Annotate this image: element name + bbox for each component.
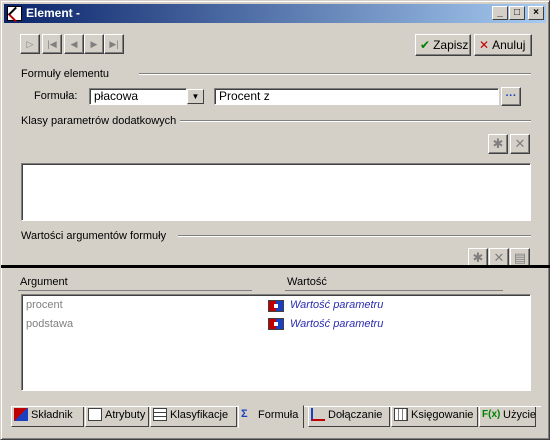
uzycie-icon: F(x) — [482, 408, 501, 420]
check-icon: ✔ — [420, 38, 431, 52]
tab-atrybuty[interactable]: Atrybuty — [85, 406, 149, 427]
maximize-button[interactable]: □ — [509, 6, 525, 20]
klasyfikacje-icon — [153, 407, 167, 421]
params-list[interactable] — [21, 163, 531, 221]
browse-button[interactable]: ··· — [501, 87, 521, 106]
ksiegowanie-icon — [394, 407, 408, 421]
cancel-button[interactable]: ✕ Anuluj — [474, 34, 532, 56]
formula-select[interactable]: płacowa — [89, 88, 187, 105]
cancel-label: Anuluj — [492, 38, 526, 52]
close-button[interactable]: × — [528, 6, 544, 20]
dolaczanie-icon — [311, 407, 325, 421]
divider — [139, 73, 531, 75]
first-record-icon[interactable]: |◀ — [42, 34, 62, 54]
divider — [178, 235, 531, 237]
app-icon — [7, 6, 22, 21]
formula-icon: Σ — [241, 407, 248, 420]
formula-label: Formuła: — [34, 90, 78, 102]
last-record-icon[interactable]: ▶| — [104, 34, 124, 54]
tab-formula[interactable]: Σ Formuła — [238, 405, 304, 428]
divider — [180, 120, 531, 122]
splitter-bar[interactable] — [1, 265, 550, 268]
delete-icon[interactable]: ✕ — [510, 134, 530, 154]
argument-cell[interactable]: podstawa — [26, 318, 73, 330]
tab-ksiegowanie[interactable]: Księgowanie — [391, 406, 478, 427]
skladnik-icon — [14, 407, 28, 421]
window-title: Element - — [26, 6, 81, 20]
tab-klasyfikacje[interactable]: Klasyfikacje — [150, 406, 237, 427]
minimize-button[interactable]: _ — [492, 6, 508, 20]
next-icon[interactable]: ▶ — [84, 34, 104, 54]
atrybuty-icon — [88, 407, 102, 421]
value-cell[interactable]: Wartość parametru — [290, 318, 383, 330]
previous-icon[interactable]: ◀ — [64, 34, 84, 54]
argument-cell[interactable]: procent — [26, 299, 63, 311]
formula-text-field[interactable]: Procent z — [214, 88, 499, 105]
parameter-icon — [268, 318, 284, 330]
parameter-icon — [268, 300, 284, 312]
element-window: Element - _ □ × ▷ |◀ ◀ ▶ ▶| ✔ Zapisz ✕ Anu… — [0, 0, 550, 440]
formula-group-heading: Formuły elementu — [21, 68, 110, 80]
tab-skladnik[interactable]: Składnik — [11, 406, 84, 427]
tab-uzycie[interactable]: F(x) Użycie — [479, 406, 536, 427]
args-group-heading: Wartości argumentów formuły — [21, 230, 167, 242]
value-cell[interactable]: Wartość parametru — [290, 299, 383, 311]
first-page-icon[interactable]: ▷ — [20, 34, 40, 54]
params-group-heading: Klasy parametrów dodatkowych — [21, 115, 177, 127]
column-header-value[interactable]: Wartość — [285, 274, 503, 291]
cancel-icon: ✕ — [479, 38, 490, 52]
tab-strip: Składnik Atrybuty Klasyfikacje Σ Formuła … — [11, 405, 541, 428]
args-list[interactable]: procent Wartość parametru podstawa Warto… — [21, 294, 531, 391]
save-button[interactable]: ✔ Zapisz — [415, 34, 471, 56]
add-icon[interactable]: ✱ — [488, 134, 508, 154]
chevron-down-icon[interactable]: ▼ — [187, 89, 204, 104]
title-bar[interactable]: Element - _ □ × — [4, 4, 546, 23]
splitter-handle-left — [1, 265, 4, 268]
tab-dolaczanie[interactable]: Dołączanie — [308, 406, 390, 427]
column-header-argument[interactable]: Argument — [18, 274, 252, 291]
save-label: Zapisz — [433, 38, 469, 52]
